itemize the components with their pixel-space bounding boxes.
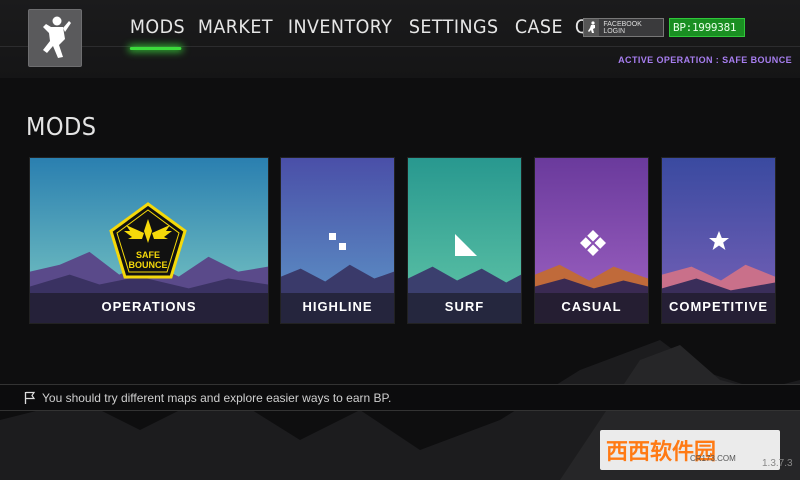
card-label: SURF <box>408 293 521 323</box>
nav-inventory[interactable]: INVENTORY <box>286 14 398 40</box>
facebook-login-label: FACEBOOK LOGIN <box>603 20 642 35</box>
badge-text-line-1: SAFE <box>136 250 160 260</box>
badge-text-line-2: BOUNCE <box>128 260 167 270</box>
star-icon <box>709 231 729 250</box>
nav-mods[interactable]: MODS <box>128 14 191 50</box>
player-logo[interactable] <box>28 9 82 67</box>
player-silhouette-icon <box>584 19 600 36</box>
card-label: OPERATIONS <box>30 293 268 323</box>
nav-case[interactable]: CASE <box>513 14 569 40</box>
main-nav: MODS MARKET INVENTORY SETTINGS CASE QUIT <box>128 14 629 50</box>
mode-card-competitive[interactable]: COMPETITIVE <box>661 157 776 324</box>
jumping-player-icon <box>43 16 71 58</box>
card-label: COMPETITIVE <box>662 293 775 323</box>
squares-icon <box>329 233 346 250</box>
mode-card-operations[interactable]: SAFE BOUNCE OPERATIONS <box>29 157 269 324</box>
version-label: 1.3.7.3 <box>762 458 793 469</box>
watermark-url: CR173.COM <box>690 454 736 463</box>
tip-text: You should try different maps and explor… <box>42 391 392 405</box>
nav-market[interactable]: MARKET <box>196 14 278 40</box>
top-bar-divider <box>0 46 800 47</box>
tip-bar: You should try different maps and explor… <box>0 384 800 411</box>
nav-settings[interactable]: SETTINGS <box>407 14 504 40</box>
bp-balance: BP:1999381 <box>669 18 745 37</box>
card-label: HIGHLINE <box>281 293 394 323</box>
page-title: MODS <box>26 112 97 141</box>
mode-card-casual[interactable]: CASUAL <box>534 157 649 324</box>
safe-bounce-badge-icon: SAFE BOUNCE <box>109 202 187 279</box>
active-operation-label: ACTIVE OPERATION : SAFE BOUNCE <box>618 55 792 65</box>
triangle-icon <box>455 234 477 256</box>
facebook-login-button[interactable]: FACEBOOK LOGIN <box>583 18 664 37</box>
flag-icon <box>24 391 36 404</box>
watermark: 西西软件园 CR173.COM <box>600 430 780 470</box>
mode-card-surf[interactable]: SURF <box>407 157 522 324</box>
diamond-icon <box>580 230 606 256</box>
mode-card-highline[interactable]: HIGHLINE <box>280 157 395 324</box>
card-label: CASUAL <box>535 293 648 323</box>
